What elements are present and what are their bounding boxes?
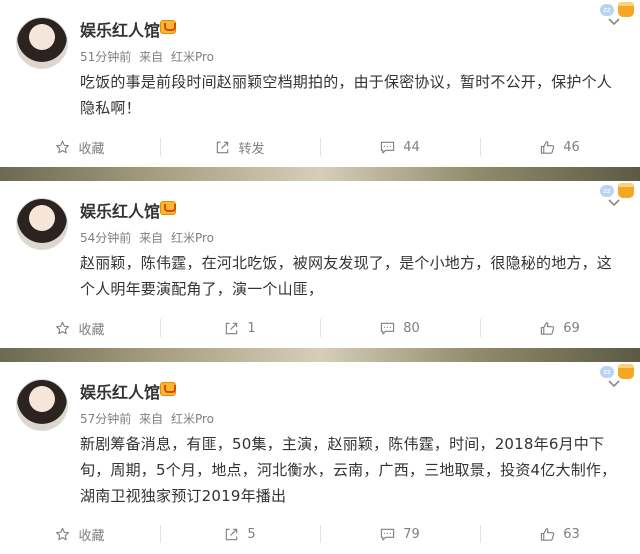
weibo-post: zz 娱乐红人馆 57分钟前 来自 红米Pro 新剧筹备消息，有匪，50集，主演… xyxy=(0,362,640,554)
comment-button[interactable]: 44 xyxy=(320,127,480,167)
thumbs-up-icon xyxy=(541,527,555,541)
favorite-label: 收藏 xyxy=(78,528,105,544)
verified-badge-icon xyxy=(160,201,176,215)
post-meta: 51分钟前 来自 红米Pro xyxy=(80,48,214,65)
share-icon xyxy=(217,141,229,153)
thumbs-up-icon xyxy=(541,140,555,154)
action-bar: 收藏 5 79 63 xyxy=(0,514,640,554)
favorite-button[interactable]: 收藏 xyxy=(0,308,160,348)
post-time[interactable]: 57分钟前 xyxy=(80,412,131,426)
repost-button[interactable]: 1 xyxy=(160,308,320,348)
like-count: 63 xyxy=(563,526,580,542)
source-prefix: 来自 xyxy=(139,231,164,245)
chevron-down-icon[interactable] xyxy=(608,378,620,390)
like-button[interactable]: 63 xyxy=(480,514,640,554)
like-count: 69 xyxy=(563,320,580,336)
background-image-strip xyxy=(0,348,640,362)
comment-icon xyxy=(381,322,395,334)
star-icon xyxy=(56,527,70,540)
share-icon xyxy=(226,528,238,540)
post-text: 新剧筹备消息，有匪，50集，主演，赵丽颖，陈伟霆，时间，2018年6月中下旬，周… xyxy=(80,435,617,505)
source-prefix: 来自 xyxy=(139,412,164,426)
star-icon xyxy=(56,321,70,334)
comment-icon xyxy=(381,141,395,153)
comment-count: 80 xyxy=(403,320,420,336)
avatar[interactable] xyxy=(16,198,68,250)
post-time[interactable]: 51分钟前 xyxy=(80,50,131,64)
weibo-post: zz 娱乐红人馆 51分钟前 来自 红米Pro 吃饭的事是前段时间赵丽颖空档期拍… xyxy=(0,0,640,167)
star-icon xyxy=(56,140,70,153)
repost-count: 5 xyxy=(247,526,256,542)
source-prefix: 来自 xyxy=(139,50,164,64)
favorite-label: 收藏 xyxy=(78,322,105,338)
favorite-button[interactable]: 收藏 xyxy=(0,514,160,554)
thumbs-up-icon xyxy=(541,321,555,335)
post-meta: 54分钟前 来自 红米Pro xyxy=(80,229,214,246)
author-name[interactable]: 娱乐红人馆 xyxy=(80,379,160,403)
comment-count: 44 xyxy=(403,139,420,155)
background-image-strip xyxy=(0,167,640,181)
chevron-down-icon[interactable] xyxy=(608,197,620,209)
comment-button[interactable]: 80 xyxy=(320,308,480,348)
favorite-label: 收藏 xyxy=(78,141,105,157)
verified-badge-icon xyxy=(160,20,176,34)
like-count: 46 xyxy=(563,139,580,155)
favorite-button[interactable]: 收藏 xyxy=(0,127,160,167)
action-bar: 收藏 1 80 69 xyxy=(0,308,640,348)
repost-button[interactable]: 转发 xyxy=(160,127,320,167)
post-time[interactable]: 54分钟前 xyxy=(80,231,131,245)
post-text: 吃饭的事是前段时间赵丽颖空档期拍的，由于保密协议，暂时不公开，保护个人隐私啊！ xyxy=(80,73,613,117)
weibo-post: zz 娱乐红人馆 54分钟前 来自 红米Pro 赵丽颖，陈伟霆，在河北吃饭，被网… xyxy=(0,181,640,348)
repost-button[interactable]: 5 xyxy=(160,514,320,554)
share-icon xyxy=(226,322,238,334)
repost-count: 1 xyxy=(247,320,256,336)
action-bar: 收藏 转发 44 46 xyxy=(0,127,640,167)
comment-button[interactable]: 79 xyxy=(320,514,480,554)
like-button[interactable]: 46 xyxy=(480,127,640,167)
chevron-down-icon[interactable] xyxy=(608,16,620,28)
repost-label: 转发 xyxy=(238,141,265,157)
comment-icon xyxy=(381,528,395,540)
author-name[interactable]: 娱乐红人馆 xyxy=(80,17,160,41)
like-button[interactable]: 69 xyxy=(480,308,640,348)
post-source[interactable]: 红米Pro xyxy=(171,50,214,64)
post-source[interactable]: 红米Pro xyxy=(171,412,214,426)
post-text: 赵丽颖，陈伟霆，在河北吃饭，被网友发现了，是个小地方，很隐秘的地方，这个人明年要… xyxy=(80,254,613,298)
author-name[interactable]: 娱乐红人馆 xyxy=(80,198,160,222)
post-source[interactable]: 红米Pro xyxy=(171,231,214,245)
post-meta: 57分钟前 来自 红米Pro xyxy=(80,410,214,427)
verified-badge-icon xyxy=(160,382,176,396)
comment-count: 79 xyxy=(403,526,420,542)
avatar[interactable] xyxy=(16,17,68,69)
avatar[interactable] xyxy=(16,379,68,431)
